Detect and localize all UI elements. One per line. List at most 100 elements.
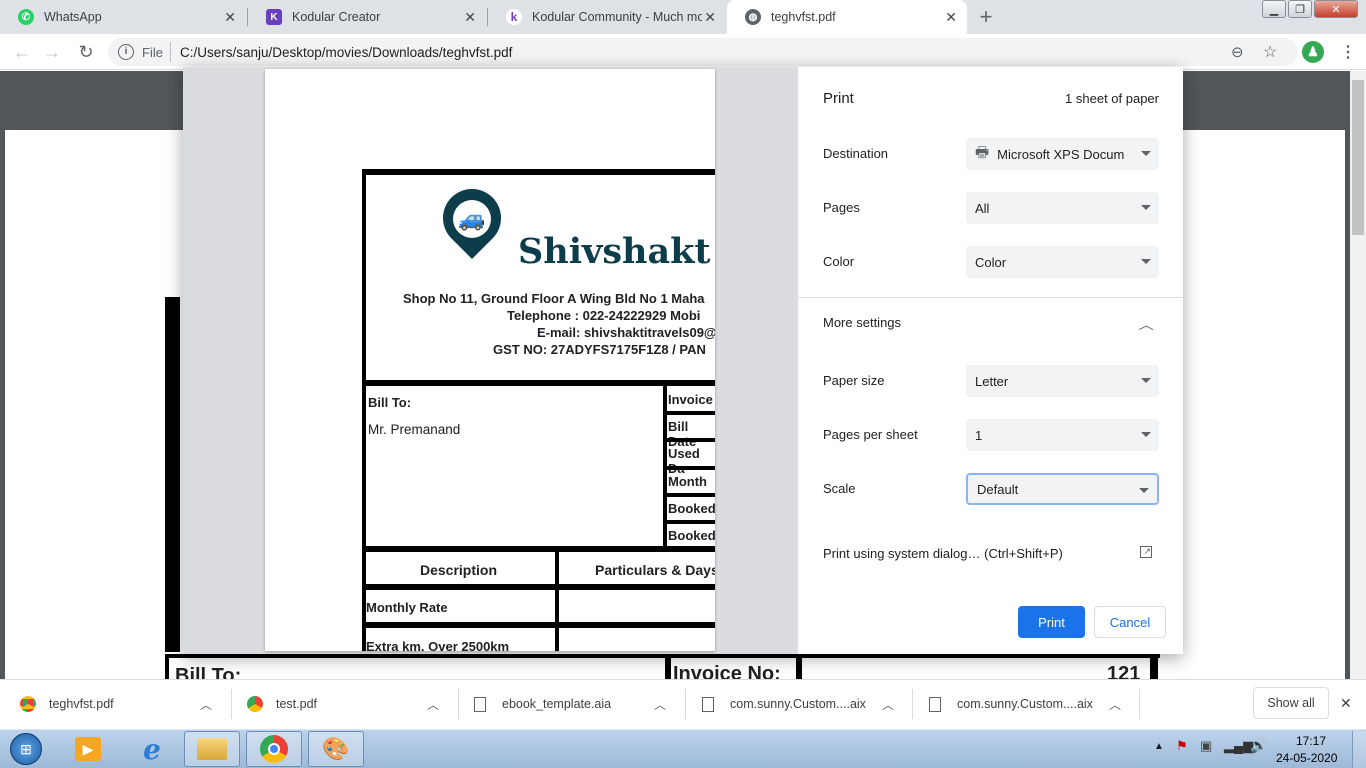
folder-icon — [197, 738, 227, 760]
chevron-up-icon[interactable]: ︿ — [200, 696, 212, 713]
print-settings-panel: Print 1 sheet of paper Destination 🖶 Mic… — [798, 67, 1183, 654]
chevron-up-icon[interactable]: ︿ — [654, 696, 666, 713]
info-icon[interactable]: i — [118, 44, 134, 60]
divider — [362, 622, 715, 628]
divider — [665, 654, 671, 680]
globe-icon: ◍ — [745, 9, 761, 25]
taskbar-chrome[interactable] — [246, 731, 302, 767]
open-external-icon[interactable]: ↗ — [1140, 546, 1152, 558]
close-icon[interactable]: ✕ — [704, 9, 716, 26]
divider — [555, 628, 559, 651]
destination-select[interactable]: 🖶 Microsoft XPS Docum — [966, 138, 1159, 170]
download-item[interactable]: ebook_template.aia ︿ — [474, 679, 674, 729]
clock-date[interactable]: 24-05-2020 — [1276, 751, 1337, 765]
chevron-up-icon[interactable]: ︿ — [1138, 316, 1154, 333]
color-label: Color — [823, 254, 855, 269]
reload-button[interactable]: ↻ — [74, 40, 98, 64]
sheet-count: 1 sheet of paper — [1065, 91, 1159, 106]
tab-whatsapp[interactable]: ✆ WhatsApp ✕ — [0, 0, 246, 34]
close-icon[interactable]: ✕ — [945, 9, 957, 26]
background-invoice-row — [165, 654, 1160, 680]
tab-title: WhatsApp — [44, 10, 102, 24]
star-icon[interactable]: ☆ — [1263, 42, 1277, 62]
close-icon[interactable]: ✕ — [1340, 695, 1352, 712]
destination-value: Microsoft XPS Docum — [997, 146, 1125, 162]
download-item[interactable]: com.sunny.Custom....aix ︿ — [702, 679, 902, 729]
color-value: Color — [975, 254, 1007, 270]
close-icon[interactable]: ✕ — [464, 9, 476, 26]
company-telephone: Telephone : 022-24222929 Mobi — [507, 308, 701, 323]
clock-time[interactable]: 17:17 — [1296, 734, 1326, 748]
paper-size-select[interactable]: Letter — [966, 365, 1159, 397]
volume-icon[interactable]: 🔊 — [1250, 737, 1267, 754]
print-button[interactable]: Print — [1018, 606, 1085, 638]
chrome-icon — [20, 696, 36, 712]
tab-title: Kodular Creator — [292, 10, 381, 24]
chevron-down-icon — [1141, 432, 1151, 437]
window-close-button[interactable]: ✕ — [1314, 0, 1358, 18]
download-name: ebook_template.aia — [502, 697, 612, 711]
color-select[interactable]: Color — [966, 246, 1159, 278]
system-dialog-link[interactable]: Print using system dialog… (Ctrl+Shift+P… — [823, 546, 1063, 561]
pages-per-sheet-select[interactable]: 1 — [966, 419, 1159, 451]
divider — [912, 689, 913, 719]
maximize-button[interactable]: ❐ — [1288, 0, 1312, 18]
taskbar-media-player[interactable]: ▶ — [60, 731, 116, 767]
company-name: Shivshakt — [518, 231, 711, 272]
zoom-icon[interactable]: ⊖ — [1231, 43, 1244, 61]
url-text[interactable]: C:/Users/sanju/Desktop/movies/Downloads/… — [180, 45, 512, 60]
back-button[interactable]: ← — [10, 40, 34, 64]
tray-device-icon[interactable]: ▣ — [1200, 738, 1212, 754]
menu-icon[interactable]: ⋮ — [1340, 42, 1356, 62]
used-date-label: Used Da — [668, 446, 700, 476]
tray-chevron-up-icon[interactable]: ▲ — [1154, 741, 1164, 752]
chevron-up-icon[interactable]: ︿ — [427, 696, 439, 713]
start-button[interactable]: ⊞ — [4, 731, 48, 767]
divider — [555, 552, 559, 584]
taskbar-paint[interactable]: 🎨 — [308, 731, 364, 767]
divider — [231, 689, 232, 719]
profile-avatar[interactable]: ♟ — [1302, 41, 1324, 63]
paper-size-label: Paper size — [823, 373, 885, 388]
download-item[interactable]: test.pdf ︿ — [247, 679, 447, 729]
tab-title: Kodular Community - Much more — [532, 10, 702, 24]
divider — [1139, 689, 1140, 719]
pages-select[interactable]: All — [966, 192, 1159, 224]
scheme-label: File — [142, 45, 163, 60]
network-icon[interactable]: ▂▄▆ — [1224, 738, 1253, 754]
chevron-up-icon[interactable]: ︿ — [1109, 696, 1121, 713]
divider — [667, 438, 715, 442]
scrollbar-thumb[interactable] — [1352, 80, 1364, 235]
tab-title: teghvfst.pdf — [771, 10, 836, 24]
show-all-button[interactable]: Show all — [1253, 687, 1329, 719]
more-settings-toggle[interactable]: More settings — [823, 315, 901, 330]
page-border — [165, 297, 180, 652]
forward-button[interactable]: → — [40, 40, 64, 64]
new-tab-button[interactable]: + — [972, 4, 1000, 30]
destination-label: Destination — [823, 146, 889, 161]
tray-flag-icon[interactable]: ⚑ — [1176, 738, 1188, 754]
print-preview: 🚙 Shivshakt Shop No 11, Ground Floor A W… — [183, 67, 798, 654]
minimize-button[interactable]: ▁ — [1262, 0, 1286, 18]
booked-label: Booked — [668, 501, 715, 516]
show-desktop-button[interactable] — [1352, 731, 1366, 768]
chevron-up-icon[interactable]: ︿ — [882, 696, 894, 713]
cancel-button[interactable]: Cancel — [1094, 606, 1166, 638]
whatsapp-icon: ✆ — [18, 9, 34, 25]
close-icon[interactable]: ✕ — [224, 9, 236, 26]
divider — [667, 493, 715, 497]
download-item[interactable]: com.sunny.Custom....aix ︿ — [929, 679, 1129, 729]
tab-kodular-community[interactable]: k Kodular Community - Much more ✕ — [488, 0, 726, 34]
taskbar-ie[interactable]: e — [124, 731, 180, 767]
download-item[interactable]: teghvfst.pdf ︿ — [20, 679, 220, 729]
scale-select[interactable]: Default — [966, 473, 1159, 505]
pages-per-sheet-label: Pages per sheet — [823, 427, 918, 442]
tab-kodular-creator[interactable]: K Kodular Creator ✕ — [248, 0, 486, 34]
download-name: com.sunny.Custom....aix — [730, 697, 866, 711]
tab-teghvfst-pdf[interactable]: ◍ teghvfst.pdf ✕ — [727, 0, 967, 34]
customer-name: Mr. Premanand — [368, 422, 461, 437]
divider — [362, 546, 715, 552]
row-extra-km: Extra km. Over 2500km — [366, 639, 510, 651]
taskbar-explorer[interactable] — [184, 731, 240, 767]
company-gst: GST NO: 27ADYFS7175F1Z8 / PAN — [493, 342, 706, 357]
